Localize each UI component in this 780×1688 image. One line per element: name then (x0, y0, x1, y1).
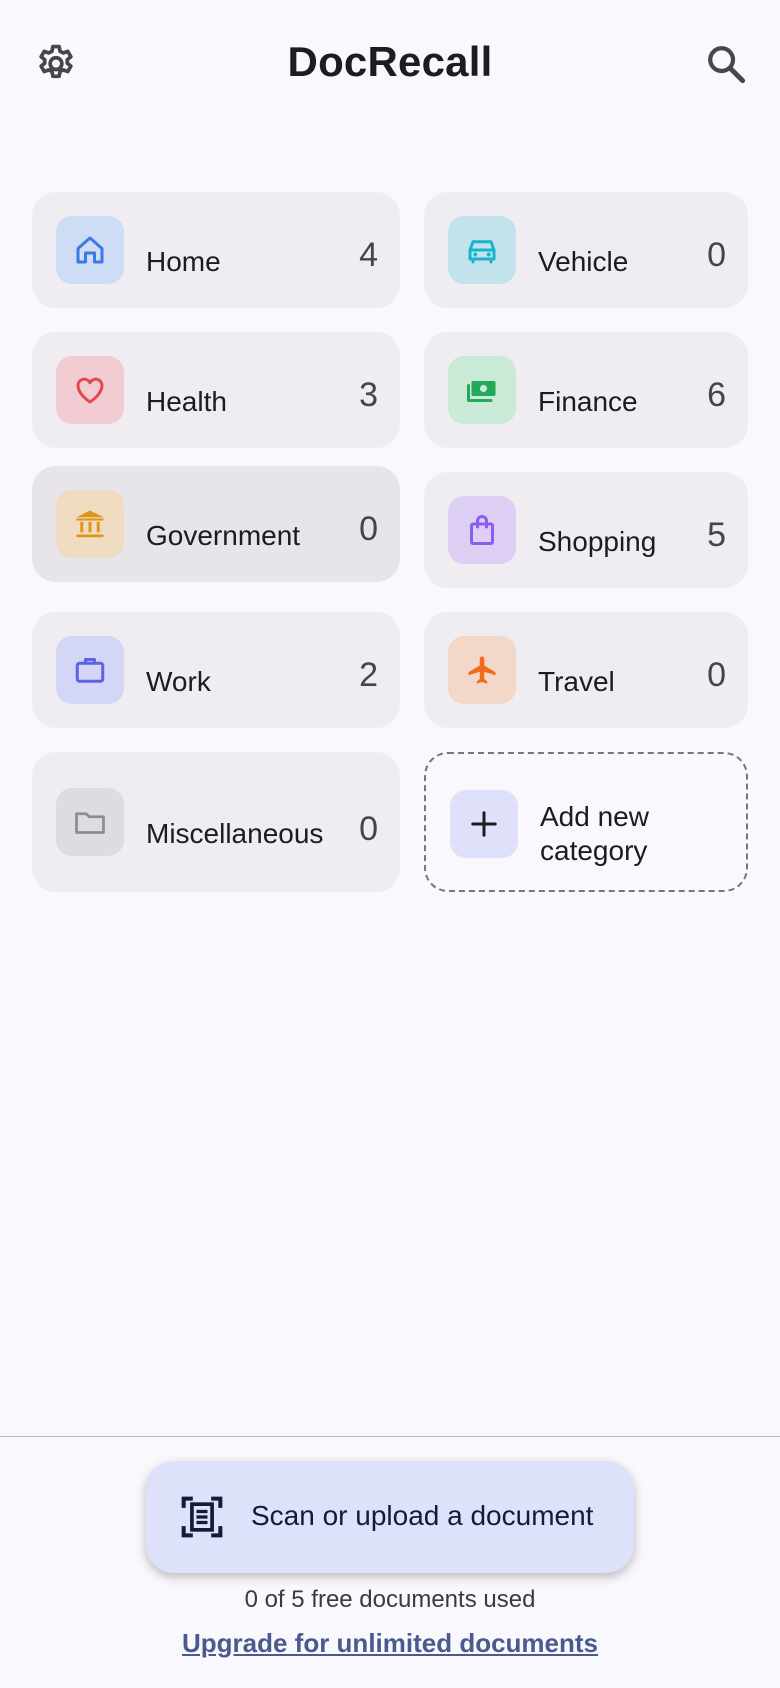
money-icon (448, 356, 516, 424)
heart-icon (56, 356, 124, 424)
category-label: Finance (538, 386, 638, 417)
upgrade-link[interactable]: Upgrade for unlimited documents (0, 1628, 780, 1659)
add-category-label: Add new category (540, 801, 649, 866)
folder-icon (56, 788, 124, 856)
scan-upload-button[interactable]: Scan or upload a document (146, 1461, 634, 1573)
category-count: 3 (359, 376, 378, 414)
category-card-home[interactable]: Home 4 (32, 192, 400, 308)
scan-upload-label: Scan or upload a document (251, 1500, 594, 1531)
usage-text: 0 of 5 free documents used (244, 1586, 536, 1613)
car-icon (448, 216, 516, 284)
category-label: Home (146, 246, 221, 277)
app-title: DocRecall (287, 38, 493, 85)
airplane-icon (448, 636, 516, 704)
category-count: 0 (359, 810, 378, 848)
briefcase-icon (56, 636, 124, 704)
plus-icon (450, 790, 518, 858)
category-count: 5 (707, 516, 726, 554)
category-label: Work (146, 666, 211, 697)
category-label: Shopping (538, 526, 657, 557)
search-button[interactable] (694, 32, 758, 96)
category-card-travel[interactable]: Travel 0 (424, 612, 748, 728)
category-card-work[interactable]: Work 2 (32, 612, 400, 728)
category-count: 4 (359, 236, 378, 274)
category-label: Travel (538, 666, 615, 697)
category-count: 2 (359, 656, 378, 694)
category-card-miscellaneous[interactable]: Miscellaneous 0 (32, 752, 400, 892)
category-card-vehicle[interactable]: Vehicle 0 (424, 192, 748, 308)
category-count: 0 (359, 510, 378, 548)
category-card-health[interactable]: Health 3 (32, 332, 400, 448)
shopping-bag-icon (448, 496, 516, 564)
category-label: Miscellaneous (146, 818, 324, 849)
category-count: 0 (707, 656, 726, 694)
bank-icon (56, 490, 124, 558)
category-card-finance[interactable]: Finance 6 (424, 332, 748, 448)
app-header: DocRecall (0, 0, 780, 130)
bottom-divider (0, 1436, 780, 1437)
category-label: Government (146, 520, 301, 551)
category-card-shopping[interactable]: Shopping 5 (424, 472, 748, 588)
document-scan-icon (181, 1496, 223, 1538)
home-icon (56, 216, 124, 284)
search-icon (708, 46, 746, 84)
category-count: 6 (707, 376, 726, 414)
category-card-government[interactable]: Government 0 (32, 466, 400, 582)
category-count: 0 (707, 236, 726, 274)
category-label: Health (146, 386, 227, 417)
add-category-button[interactable]: Add new category (424, 752, 748, 892)
category-label: Vehicle (538, 246, 629, 277)
